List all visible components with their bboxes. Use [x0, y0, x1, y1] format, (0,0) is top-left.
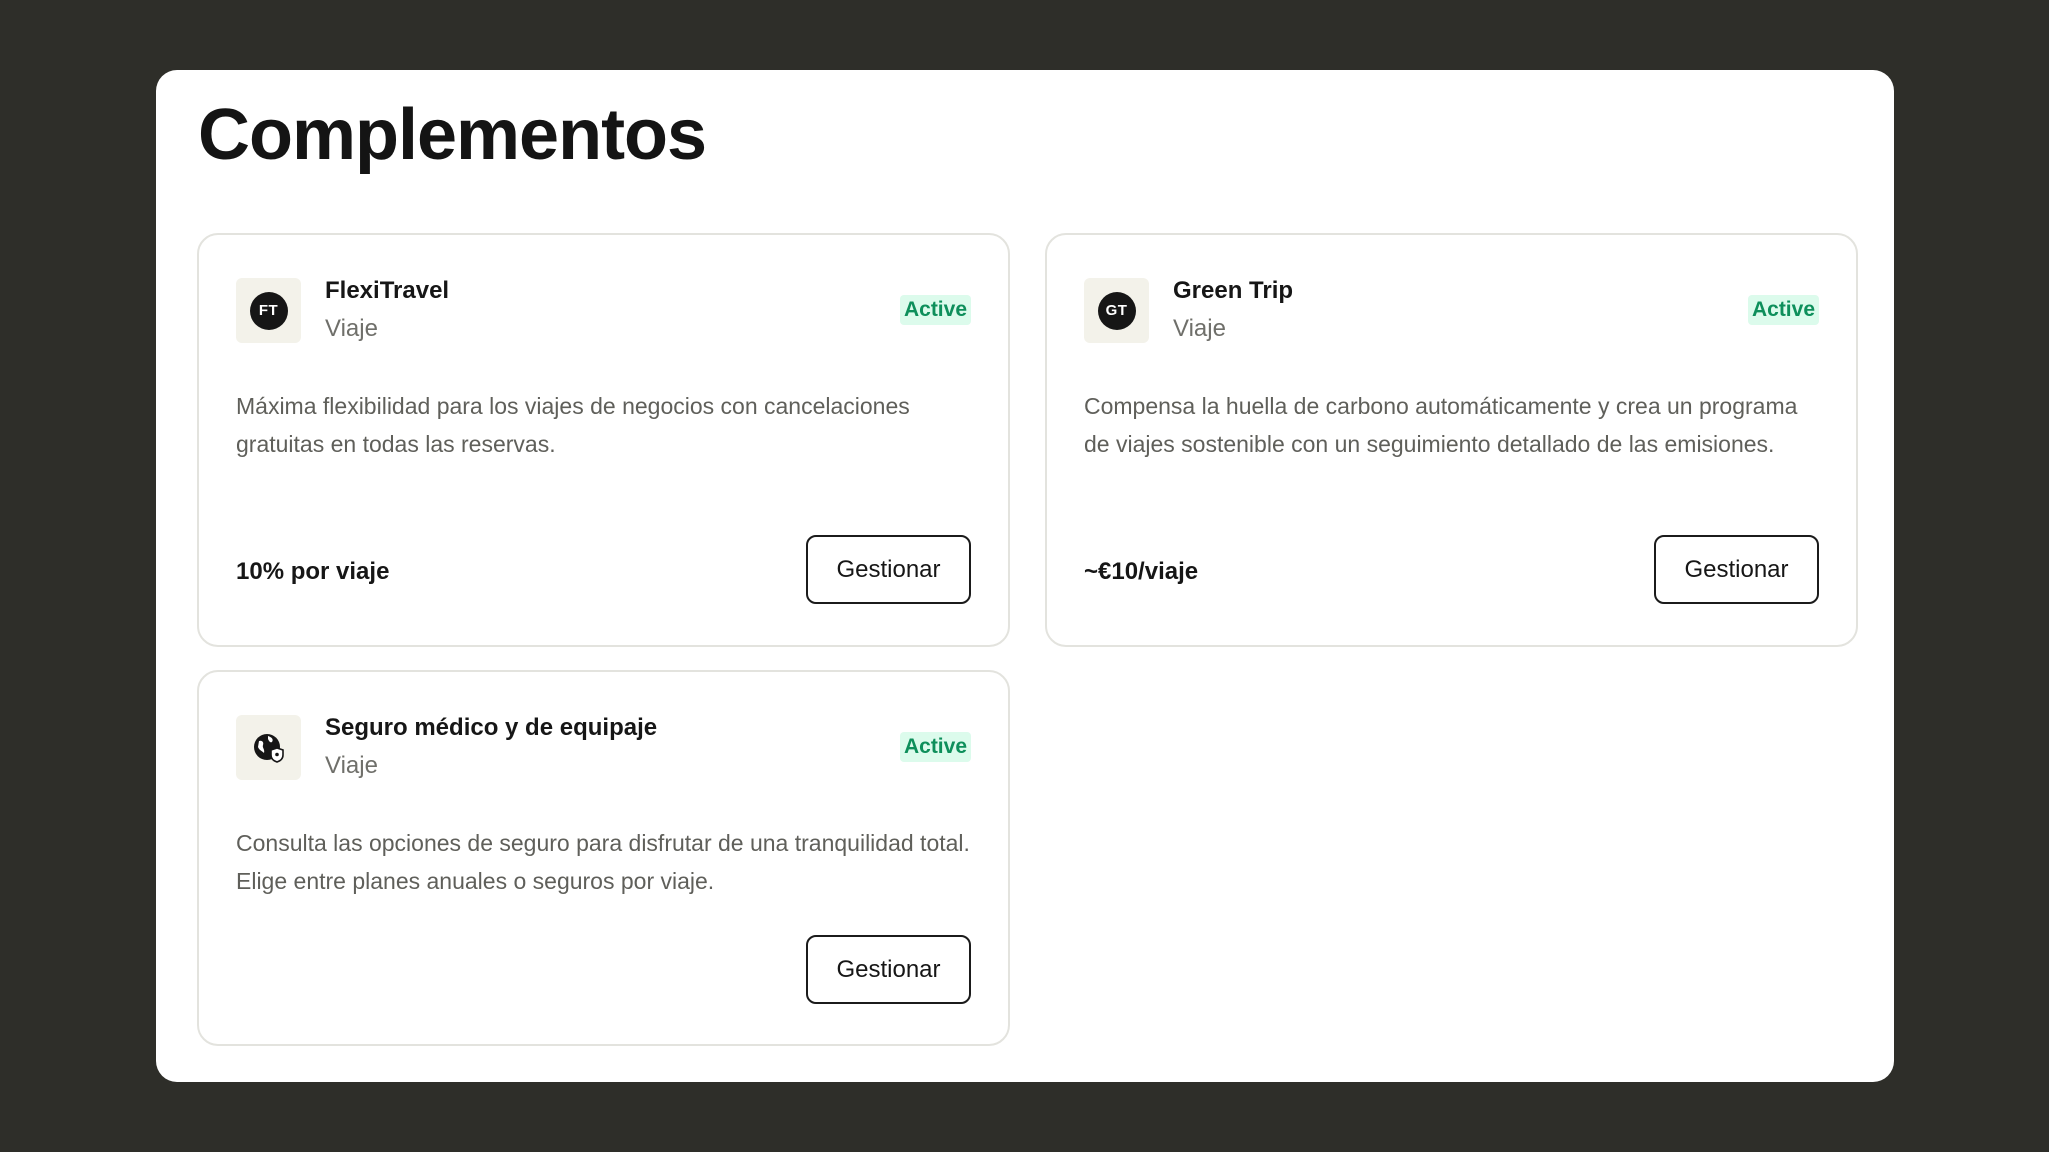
status-badge: Active: [1747, 295, 1819, 325]
status-badge: Active: [899, 732, 971, 762]
addon-logo: GT: [1084, 278, 1149, 343]
manage-button[interactable]: Gestionar: [806, 535, 971, 604]
globe-shield-icon: [253, 733, 284, 763]
addon-name: FlexiTravel: [325, 277, 450, 304]
addon-logo: FT: [236, 278, 301, 343]
addon-logo: [236, 715, 301, 780]
addon-price: ~€10/viaje: [1084, 558, 1199, 585]
manage-button[interactable]: Gestionar: [1654, 535, 1819, 604]
addon-card-insurance: Seguro médico y de equipaje Viaje Active…: [197, 670, 1010, 1046]
addon-description: Consulta las opciones de seguro para dis…: [236, 830, 970, 894]
addon-description: Máxima flexibilidad para los viajes de n…: [236, 393, 910, 457]
addon-name: Green Trip: [1173, 277, 1294, 304]
addon-name: Seguro médico y de equipaje: [325, 714, 658, 741]
flexitravel-logo-icon: FT: [249, 291, 288, 330]
addon-description: Compensa la huella de carbono automática…: [1084, 393, 1798, 457]
addons-panel: Complementos FT FlexiTravel Viaje Active…: [156, 70, 1894, 1082]
status-badge: Active: [899, 295, 971, 325]
addon-card-green-trip: GT Green Trip Viaje Active Compensa la h…: [1045, 233, 1858, 647]
green-trip-logo-icon: GT: [1097, 291, 1136, 330]
addon-category: Viaje: [325, 752, 378, 779]
manage-button[interactable]: Gestionar: [806, 935, 971, 1004]
addon-category: Viaje: [1173, 315, 1226, 342]
addon-price: 10% por viaje: [236, 558, 390, 585]
page-title: Complementos: [198, 95, 707, 175]
addon-category: Viaje: [325, 315, 378, 342]
addon-card-flexitravel: FT FlexiTravel Viaje Active Máxima flexi…: [197, 233, 1010, 647]
